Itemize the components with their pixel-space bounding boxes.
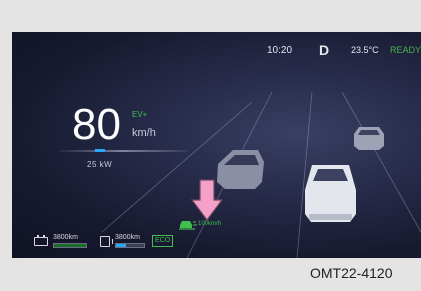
fuel-pump-icon bbox=[100, 236, 113, 247]
drive-mode-label: EV+ bbox=[132, 110, 148, 119]
eco-badge: ECO bbox=[152, 235, 174, 247]
gear-indicator: D bbox=[319, 42, 330, 58]
vehicle-ego bbox=[305, 165, 356, 222]
fuel-range: 3800km bbox=[115, 234, 140, 241]
speed-value: 80 bbox=[72, 100, 121, 149]
battery-level-bar bbox=[53, 243, 87, 248]
clock: 10:20 bbox=[267, 45, 293, 56]
power-output: 25 kW bbox=[87, 160, 113, 169]
figure-caption: OMT22-4120 bbox=[310, 265, 393, 281]
pointer-arrow-down-icon bbox=[190, 179, 224, 221]
cluster-display: 10:20 D 23.5°C READY 80 EV+ km/h 25 kW 1… bbox=[12, 32, 421, 258]
power-gauge-fill bbox=[95, 149, 105, 152]
battery-icon bbox=[34, 235, 48, 246]
fuel-level-fill bbox=[116, 244, 126, 247]
battery-range: 3800km bbox=[53, 234, 78, 241]
power-gauge bbox=[60, 150, 188, 152]
status-bar: 10:20 D 23.5°C READY bbox=[12, 42, 421, 58]
outside-temperature: 23.5°C bbox=[351, 45, 379, 55]
speed-unit: km/h bbox=[132, 127, 156, 139]
ready-indicator: READY bbox=[390, 45, 421, 55]
vehicle-front-left bbox=[217, 150, 264, 189]
range-bar: 3800km 3800km ECO bbox=[12, 234, 212, 249]
vehicle-far-right bbox=[354, 127, 384, 150]
